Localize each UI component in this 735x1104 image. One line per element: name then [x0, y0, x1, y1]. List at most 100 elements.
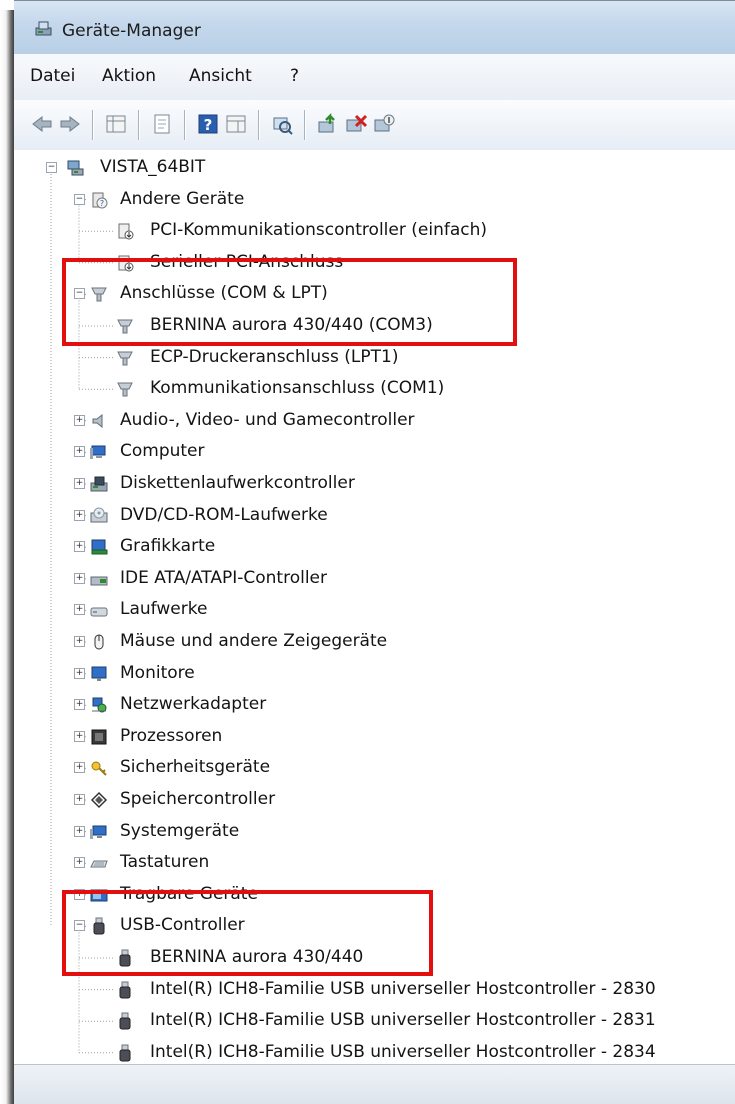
audio-icon — [92, 413, 103, 428]
dvd-icon — [90, 507, 108, 523]
expand-toggle[interactable]: + — [74, 509, 85, 521]
expand-toggle[interactable]: + — [74, 730, 85, 742]
forward-icon[interactable] — [58, 112, 82, 136]
toolbar-separator — [92, 110, 93, 140]
device-label: Monitore — [120, 662, 195, 683]
tree-category[interactable]: + Mäuse und andere Zeigegeräte — [14, 626, 735, 658]
expand-toggle[interactable]: + — [74, 478, 85, 489]
collapse-toggle[interactable]: − — [46, 162, 57, 173]
disable-icon[interactable] — [372, 112, 396, 136]
status-bar — [14, 1064, 735, 1104]
menu-aktion[interactable]: Aktion — [102, 66, 156, 86]
device-label: DVD/CD-ROM-Laufwerke — [120, 504, 328, 525]
tree-device-item[interactable]: Intel(R) ICH8-Familie USB universeller H… — [14, 1005, 735, 1037]
title-bar[interactable]: Geräte-Manager — [14, 0, 735, 55]
expand-toggle[interactable]: + — [74, 541, 85, 553]
keyboard-icon — [90, 860, 108, 868]
svg-text:?: ? — [204, 116, 213, 134]
back-icon[interactable] — [30, 112, 54, 136]
device-label: IDE ATA/ATAPI-Controller — [120, 567, 328, 588]
device-label: Sicherheitsgeräte — [120, 757, 271, 778]
toolbar-separator — [304, 110, 305, 140]
highlight-com-port — [62, 258, 517, 346]
expand-toggle[interactable]: + — [74, 667, 85, 679]
device-manager-icon — [35, 21, 52, 36]
expand-toggle[interactable]: + — [74, 699, 85, 711]
device-label: Audio-, Video- und Gamecontroller — [120, 409, 415, 430]
port-icon — [117, 382, 133, 397]
tree-category[interactable]: + Laufwerke — [14, 594, 735, 626]
menu-datei[interactable]: Datei — [30, 66, 75, 86]
tree-category[interactable]: −? Andere Geräte — [14, 184, 735, 216]
device-label: Tastaturen — [120, 852, 210, 873]
device-label: Intel(R) ICH8-Familie USB universeller H… — [150, 1041, 656, 1062]
display-adapter-icon — [91, 539, 108, 555]
tree-category[interactable]: + Diskettenlaufwerkcontroller — [14, 468, 735, 500]
tree-category[interactable]: + DVD/CD-ROM-Laufwerke — [14, 500, 735, 532]
tree-category[interactable]: + Sicherheitsgeräte — [14, 752, 735, 784]
tree-category[interactable]: + Computer — [14, 436, 735, 468]
tree-category[interactable]: + Monitore — [14, 658, 735, 690]
expand-toggle[interactable]: + — [74, 636, 85, 647]
expand-toggle[interactable]: + — [74, 572, 85, 584]
toolbar: ? — [14, 100, 735, 151]
computer-root-icon — [67, 160, 84, 176]
expand-toggle[interactable]: + — [74, 857, 85, 869]
tree-category[interactable]: + Prozessoren — [14, 721, 735, 753]
device-label: Mäuse und andere Zeigegeräte — [120, 631, 388, 651]
device-label: Prozessoren — [120, 725, 223, 746]
expand-toggle[interactable]: + — [74, 762, 85, 774]
menu-bar: Datei Aktion Ansicht ? — [14, 54, 735, 101]
processor-icon — [91, 729, 107, 745]
menu-ansicht[interactable]: Ansicht — [189, 66, 252, 86]
expand-toggle[interactable]: + — [74, 794, 85, 805]
tree-device-item[interactable]: Kommunikationsanschluss (COM1) — [14, 373, 735, 405]
collapse-toggle[interactable]: − — [74, 193, 85, 205]
device-label: Kommunikationsanschluss (COM1) — [150, 378, 445, 399]
tree-device-item[interactable]: ECP-Druckeranschluss (LPT1) — [14, 342, 735, 374]
expand-toggle[interactable]: + — [74, 604, 85, 616]
computer-icon — [90, 445, 106, 460]
help-icon[interactable]: ? — [196, 112, 220, 136]
other-devices-icon: ? — [92, 192, 108, 209]
tree-category[interactable]: + Netzwerkadapter — [14, 689, 735, 721]
scan-hardware-icon[interactable] — [270, 112, 294, 136]
tree-category[interactable]: + Systemgeräte — [14, 816, 735, 848]
expand-toggle[interactable]: + — [74, 825, 85, 837]
tree-device-item[interactable]: Intel(R) ICH8-Familie USB universeller H… — [14, 974, 735, 1006]
tree-root-computer[interactable]: − VISTA_64BIT — [14, 152, 735, 184]
device-label: Intel(R) ICH8-Familie USB universeller H… — [150, 1010, 656, 1031]
tree-category[interactable]: + Speichercontroller — [14, 784, 735, 816]
svg-text:?: ? — [100, 199, 104, 208]
tree-category[interactable]: + Audio-, Video- und Gamecontroller — [14, 405, 735, 437]
show-hidden-icon[interactable] — [150, 112, 174, 136]
tree-category[interactable]: + Tastaturen — [14, 847, 735, 879]
device-label: Netzwerkadapter — [120, 694, 267, 715]
toolbar-separator — [138, 110, 139, 140]
toolbar-separator — [258, 110, 259, 140]
usb-icon — [119, 1012, 131, 1030]
uninstall-icon[interactable] — [344, 112, 368, 136]
device-label: Grafikkarte — [120, 536, 216, 557]
usb-icon — [119, 981, 131, 999]
device-label: Laufwerke — [120, 599, 208, 620]
view-icon[interactable] — [224, 112, 248, 136]
floppy-controller-icon — [90, 476, 108, 492]
update-driver-icon[interactable] — [316, 112, 340, 136]
device-label: Andere Geräte — [120, 188, 245, 209]
tree-category[interactable]: + Grafikkarte — [14, 531, 735, 563]
device-label: VISTA_64BIT — [100, 157, 206, 177]
device-label: Diskettenlaufwerkcontroller — [120, 473, 355, 493]
menu-help[interactable]: ? — [290, 66, 299, 86]
device-label: PCI-Kommunikationscontroller (einfach) — [150, 220, 487, 241]
properties-grid-icon[interactable] — [104, 112, 128, 136]
window-shadow — [0, 10, 14, 1104]
device-label: ECP-Druckeranschluss (LPT1) — [150, 346, 399, 367]
security-device-icon — [91, 761, 107, 777]
tree-category[interactable]: + IDE ATA/ATAPI-Controller — [14, 563, 735, 595]
tree-device-item[interactable]: PCI-Kommunikationscontroller (einfach) — [14, 215, 735, 247]
expand-toggle[interactable]: + — [74, 414, 85, 426]
expand-toggle[interactable]: + — [74, 446, 85, 458]
port-icon — [117, 351, 133, 366]
device-label: Intel(R) ICH8-Familie USB universeller H… — [150, 978, 656, 999]
